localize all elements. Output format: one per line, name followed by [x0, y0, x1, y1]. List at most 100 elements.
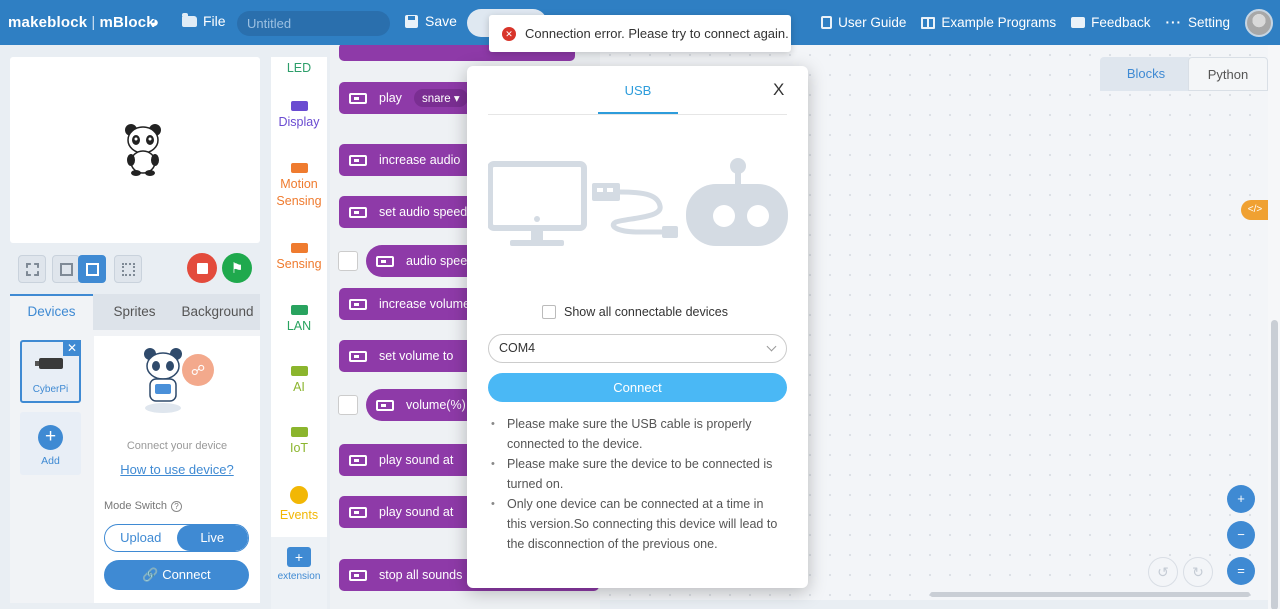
tab-python[interactable]: Python: [1188, 57, 1268, 91]
category-led[interactable]: LED: [271, 60, 327, 77]
devices-panel: Devices Sprites Background CyberPi ✕ + A…: [10, 294, 260, 603]
tab-background[interactable]: Background: [176, 294, 259, 330]
tab-divider: [488, 114, 787, 115]
cyberpi-block-icon: [349, 569, 367, 581]
chat-icon: [1071, 17, 1086, 28]
how-to-use-device-link[interactable]: How to use device?: [94, 462, 260, 477]
fullscreen-icon[interactable]: [18, 255, 46, 283]
cyberpi-block-icon: [349, 350, 367, 362]
app-logo: makeblock | mBlock: [8, 14, 155, 31]
example-programs-label: Example Programs: [941, 15, 1057, 30]
tab-sprites[interactable]: Sprites: [93, 294, 176, 330]
brand-name: makeblock: [8, 14, 88, 31]
category-label: Display: [278, 115, 320, 129]
zoom-out-icon[interactable]: −: [1227, 521, 1255, 549]
usb-connect-dialog: USB X Show all connectable devices COM4: [467, 66, 808, 588]
category-motion-sensing[interactable]: Motion Sensing: [271, 163, 327, 210]
category-events[interactable]: Events: [271, 486, 327, 524]
mode-switch-text: Mode Switch: [104, 500, 167, 512]
error-toast: ✕ Connection error. Please try to connec…: [489, 15, 791, 52]
normal-stage-icon[interactable]: [78, 255, 106, 283]
device-connect-button[interactable]: 🔗 Connect: [104, 560, 249, 590]
mode-live[interactable]: Live: [176, 525, 248, 551]
events-icon: [290, 486, 308, 504]
tab-devices[interactable]: Devices: [10, 294, 93, 330]
cyberpi-block-icon: [349, 206, 367, 218]
device-card-cyberpi[interactable]: CyberPi ✕: [20, 340, 81, 403]
block-text: increase audio: [379, 153, 461, 167]
tab-usb[interactable]: USB: [598, 83, 678, 98]
category-ai[interactable]: AI: [271, 366, 327, 396]
close-icon[interactable]: X: [773, 80, 784, 100]
port-select[interactable]: COM4: [488, 334, 787, 363]
product-name: mBlock: [99, 14, 155, 31]
dropdown-value: snare: [421, 93, 451, 105]
scrollbar-thumb[interactable]: [1271, 320, 1278, 609]
reporter-checkbox[interactable]: [338, 395, 358, 415]
category-display[interactable]: Display: [271, 101, 327, 131]
block-text: set audio speed: [379, 205, 468, 219]
stop-button[interactable]: [187, 253, 217, 283]
language-globe-icon[interactable]: ◕: [150, 14, 159, 31]
drum-dropdown[interactable]: snare ▾: [413, 89, 468, 107]
block-text: set volume to: [379, 349, 454, 363]
port-value: COM4: [499, 341, 536, 355]
block-text: audio speed: [406, 254, 475, 268]
extension-label: extension: [277, 571, 321, 582]
zoom-in-icon[interactable]: +: [1227, 485, 1255, 513]
plus-icon: +: [38, 425, 63, 450]
project-title-input[interactable]: [237, 11, 390, 36]
folder-icon: [182, 12, 197, 27]
tip-item: Only one device can be connected at a ti…: [491, 494, 781, 554]
user-guide-link[interactable]: User Guide: [821, 15, 906, 30]
show-all-devices-checkbox[interactable]: [542, 305, 556, 319]
display-icon: [290, 101, 308, 111]
code-panel-toggle-icon[interactable]: </>: [1241, 200, 1269, 220]
setting-link[interactable]: ··· Setting: [1165, 15, 1230, 30]
tab-blocks[interactable]: Blocks: [1100, 57, 1192, 91]
block-text: play: [379, 91, 402, 105]
tip-item: Please make sure the device to be connec…: [491, 454, 781, 494]
green-flag-button[interactable]: ⚑: [222, 253, 252, 283]
file-menu-button[interactable]: File: [182, 12, 226, 29]
mode-upload[interactable]: Upload: [105, 525, 177, 551]
usb-cable-icon: [592, 183, 678, 238]
category-label: Motion Sensing: [276, 177, 322, 208]
redo-icon[interactable]: ↻: [1183, 557, 1213, 587]
error-message: Connection error. Please try to connect …: [525, 26, 789, 41]
add-device-button[interactable]: + Add: [20, 412, 81, 475]
extension-button[interactable]: + extension: [271, 537, 327, 609]
cyberpi-block-icon: [349, 454, 367, 466]
stage-toolbar: ⚑: [10, 250, 260, 288]
remove-device-icon[interactable]: ✕: [63, 340, 81, 356]
small-stage-icon[interactable]: [52, 255, 80, 283]
help-icon[interactable]: ?: [170, 500, 182, 512]
save-button[interactable]: Save: [405, 13, 457, 29]
vertical-scrollbar[interactable]: [1268, 45, 1280, 609]
undo-icon[interactable]: ↺: [1148, 557, 1178, 587]
avatar[interactable]: [1245, 8, 1273, 37]
mode-switch: Upload Live: [104, 524, 249, 552]
cyberpi-block-icon: [349, 298, 367, 310]
horizontal-scrollbar[interactable]: [930, 592, 1250, 597]
category-lan[interactable]: LAN: [271, 305, 327, 335]
connect-button[interactable]: Connect: [488, 373, 787, 402]
show-all-devices-row[interactable]: Show all connectable devices: [542, 305, 728, 319]
example-programs-link[interactable]: Example Programs: [921, 15, 1056, 30]
cyberpi-block-icon: [349, 506, 367, 518]
setting-label: Setting: [1187, 15, 1230, 30]
reporter-checkbox[interactable]: [338, 251, 358, 271]
robot-icon: [686, 158, 788, 246]
category-label: IoT: [289, 441, 309, 455]
panda-sprite: [125, 124, 161, 176]
feedback-link[interactable]: Feedback: [1071, 15, 1150, 30]
category-iot[interactable]: IoT: [271, 427, 327, 457]
add-label: Add: [41, 455, 60, 467]
ai-icon: [290, 366, 308, 376]
grid-view-icon[interactable]: [114, 255, 142, 283]
sensing-icon: [290, 243, 308, 253]
zoom-reset-icon[interactable]: =: [1227, 557, 1255, 585]
category-sensing[interactable]: Sensing: [271, 243, 327, 273]
code-mode-tabs: Blocks Python: [1100, 57, 1268, 91]
block-text: increase volume: [379, 297, 471, 311]
